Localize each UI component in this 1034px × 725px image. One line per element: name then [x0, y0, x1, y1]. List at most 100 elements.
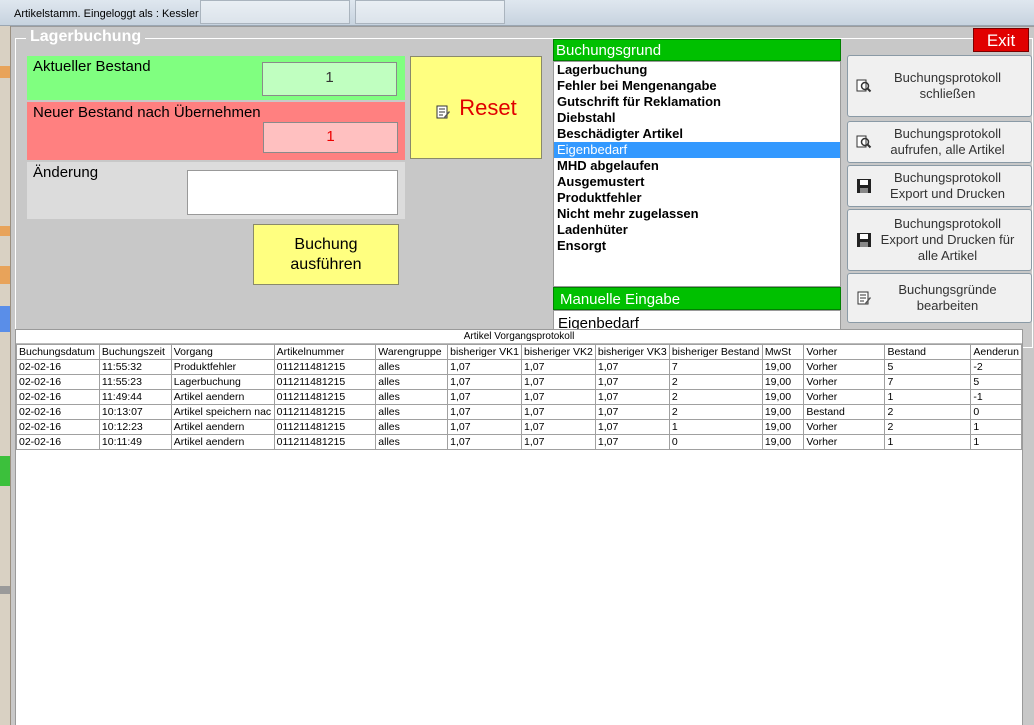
table-cell: 19,00 [761, 404, 805, 420]
side-button-label: Buchungsgründe bearbeiten [848, 282, 1031, 314]
table-cell: 1 [668, 419, 763, 435]
table-row[interactable]: 02-02-16 10:12:23 Artikel aendern 011211481… [16, 419, 1022, 435]
column-header[interactable]: bisheriger VK2 [520, 344, 596, 360]
table-cell: 1,07 [447, 419, 522, 435]
table-row[interactable]: 02-02-16 10:13:07 Artikel speichern nac 011… [16, 404, 1022, 420]
reason-item[interactable]: Fehler bei Mengenangabe [554, 78, 840, 94]
reason-item[interactable]: Eigenbedarf [554, 142, 840, 158]
table-cell: 1,07 [447, 359, 522, 375]
table-cell: 5 [884, 359, 972, 375]
table-cell: alles [375, 419, 449, 435]
table-cell: 10:12:23 [98, 419, 172, 435]
side-button-label: Buchungsprotokoll Export und Drucken [848, 170, 1031, 202]
side-button-2[interactable]: Buchungsprotokoll aufrufen, alle Artikel [847, 121, 1032, 163]
table-row[interactable]: 02-02-16 11:55:32 Produktfehler 01121148121… [16, 359, 1022, 375]
table-cell: 011211481215 [273, 359, 377, 375]
reason-item[interactable]: Produktfehler [554, 190, 840, 206]
reason-item[interactable]: MHD abgelaufen [554, 158, 840, 174]
column-header[interactable]: Buchungsdatum [16, 344, 100, 360]
exit-button[interactable]: Exit [973, 28, 1029, 52]
table-cell: 5 [970, 374, 1022, 390]
table-cell: 19,00 [761, 389, 805, 405]
column-header[interactable]: Vorher [803, 344, 886, 360]
reason-list[interactable]: Lagerbuchung Fehler bei Mengenangabe Gutsc… [553, 61, 841, 287]
change-input[interactable] [187, 170, 398, 215]
reason-item[interactable]: Diebstahl [554, 110, 840, 126]
table-cell: 011211481215 [273, 434, 377, 450]
protocol-header-row: Buchungsdatum Buchungszeit Vorgang Artikeln… [16, 344, 1022, 360]
table-cell: Lagerbuchung [170, 374, 275, 390]
reason-item[interactable]: Lagerbuchung [554, 62, 840, 78]
column-header[interactable]: MwSt [761, 344, 805, 360]
reason-item[interactable]: Beschädigter Artikel [554, 126, 840, 142]
side-button-3[interactable]: Buchungsprotokoll Export und Drucken [847, 165, 1032, 207]
table-row[interactable]: 02-02-16 11:49:44 Artikel aendern 011211481… [16, 389, 1022, 405]
table-cell: 1 [970, 434, 1022, 450]
table-cell: Vorher [803, 389, 886, 405]
execute-booking-button[interactable]: Buchung ausführen [253, 224, 399, 285]
column-header[interactable]: bisheriger Bestand [668, 344, 763, 360]
side-button-label-line2: Export und Drucken für [880, 232, 1015, 247]
reason-list-header: Buchungsgrund [553, 39, 841, 61]
protocol-title: Artikel Vorgangsprotokoll [16, 330, 1022, 344]
manual-entry-header: Manuelle Eingabe [553, 287, 841, 310]
column-header[interactable]: Artikelnummer [273, 344, 377, 360]
reason-item[interactable]: Ausgemustert [554, 174, 840, 190]
edit-doc-icon [435, 100, 451, 118]
table-cell: 1,07 [520, 434, 596, 450]
execute-label-line2: ausführen [290, 255, 362, 273]
reason-item[interactable]: Gutschrift für Reklamation [554, 94, 840, 110]
table-cell: 0 [970, 404, 1022, 420]
table-row[interactable]: 02-02-16 10:11:49 Artikel aendern 011211481… [16, 434, 1022, 450]
table-cell: 19,00 [761, 359, 805, 375]
table-cell: -2 [970, 359, 1022, 375]
table-cell: Vorher [803, 374, 886, 390]
magnifier-doc-icon [856, 78, 872, 94]
change-label: Änderung [33, 164, 99, 181]
reset-button[interactable]: Reset [410, 56, 542, 159]
side-button-4[interactable]: Buchungsprotokoll Export und Drucken für a… [847, 209, 1032, 271]
table-cell: 19,00 [761, 374, 805, 390]
table-cell: Bestand [803, 404, 886, 420]
column-header[interactable]: bisheriger VK3 [594, 344, 670, 360]
change-panel: Änderung [27, 162, 405, 219]
side-button-label-line1: Buchungsprotokoll [894, 170, 1001, 185]
column-header[interactable]: Vorgang [170, 344, 275, 360]
table-cell: 2 [668, 404, 763, 420]
column-header[interactable]: Bestand [884, 344, 972, 360]
column-header[interactable]: Buchungszeit [98, 344, 172, 360]
table-cell: 02-02-16 [16, 374, 100, 390]
table-cell: alles [375, 359, 449, 375]
table-cell: 2 [668, 374, 763, 390]
current-stock-panel: Aktueller Bestand 1 [27, 56, 405, 100]
table-cell: 1 [884, 434, 972, 450]
table-cell: 10:13:07 [98, 404, 172, 420]
reason-item[interactable]: Ensorgt [554, 238, 840, 254]
table-cell: alles [375, 404, 449, 420]
table-cell: Vorher [803, 419, 886, 435]
side-button-label-line3: alle Artikel [917, 248, 978, 263]
table-cell: 02-02-16 [16, 434, 100, 450]
table-row[interactable]: 02-02-16 11:55:23 Lagerbuchung 011211481215… [16, 374, 1022, 390]
table-cell: 1,07 [447, 434, 522, 450]
table-cell: 011211481215 [273, 419, 377, 435]
group-title: Lagerbuchung [26, 28, 146, 46]
table-cell: 1,07 [520, 404, 596, 420]
side-button-5[interactable]: Buchungsgründe bearbeiten [847, 273, 1032, 323]
reason-item[interactable]: Nicht mehr zugelassen [554, 206, 840, 222]
execute-label-line1: Buchung [294, 235, 358, 253]
side-button-label-line2: aufrufen, alle Artikel [890, 142, 1005, 157]
table-cell: 10:11:49 [98, 434, 172, 450]
table-cell: Vorher [803, 434, 886, 450]
table-cell: 1,07 [447, 389, 522, 405]
current-stock-value: 1 [262, 62, 397, 96]
column-header[interactable]: bisheriger VK1 [447, 344, 522, 360]
table-cell: alles [375, 389, 449, 405]
side-button-1[interactable]: Buchungsprotokoll schließen [847, 55, 1032, 117]
column-header[interactable]: Warengruppe [375, 344, 449, 360]
protocol-table: Buchungsdatum Buchungszeit Vorgang Artikeln… [16, 344, 1022, 450]
table-cell: 19,00 [761, 419, 805, 435]
table-cell: 1,07 [520, 389, 596, 405]
reason-item[interactable]: Ladenhüter [554, 222, 840, 238]
column-header[interactable]: Aenderun [970, 344, 1022, 360]
